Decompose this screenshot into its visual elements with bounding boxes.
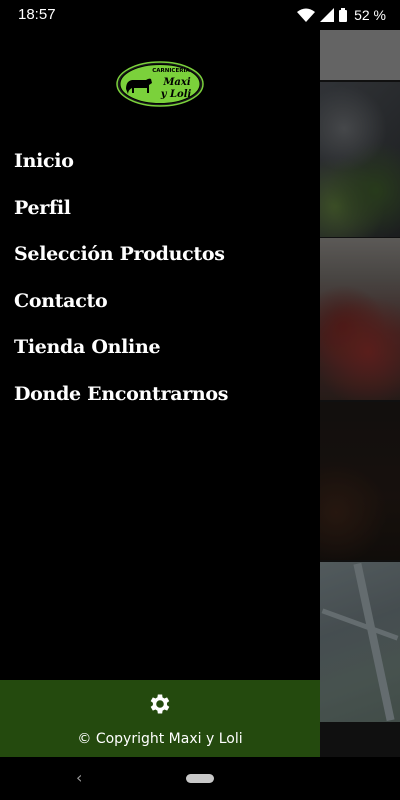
- logo-line2: y Loli: [160, 89, 192, 100]
- brand-logo: CARNICERÍA Maxi y Loli: [116, 61, 204, 107]
- battery-icon: [339, 8, 348, 22]
- navigation-drawer: CARNICERÍA Maxi y Loli Inicio Perfil Sel…: [0, 30, 320, 757]
- status-time: 18:57: [18, 6, 56, 23]
- logo-top-text: CARNICERÍA: [152, 66, 190, 74]
- back-icon[interactable]: ‹: [76, 768, 82, 787]
- background-content[interactable]: [320, 30, 400, 757]
- home-pill[interactable]: [186, 774, 214, 783]
- copyright-text: © Copyright Maxi y Loli: [77, 731, 243, 747]
- menu-item-inicio[interactable]: Inicio: [14, 146, 228, 193]
- menu-item-seleccion-productos[interactable]: Selección Productos: [14, 239, 228, 286]
- menu-item-contacto[interactable]: Contacto: [14, 286, 228, 333]
- drawer-menu: Inicio Perfil Selección Productos Contac…: [14, 146, 229, 426]
- status-icons: 52 %: [297, 6, 386, 24]
- battery-percent: 52 %: [354, 7, 386, 23]
- system-nav-bar: ‹: [0, 757, 400, 800]
- menu-item-donde-encontrarnos[interactable]: Donde Encontrarnos: [14, 379, 229, 426]
- status-bar: 18:57 52 %: [0, 0, 400, 30]
- signal-icon: [320, 8, 335, 22]
- drawer-footer: © Copyright Maxi y Loli: [0, 680, 320, 757]
- gear-icon[interactable]: [147, 691, 173, 717]
- logo-line1: Maxi: [162, 77, 191, 88]
- menu-item-tienda-online[interactable]: Tienda Online: [14, 332, 228, 379]
- wifi-icon: [297, 8, 316, 22]
- menu-item-perfil[interactable]: Perfil: [14, 193, 228, 240]
- background-scrim: [320, 30, 400, 757]
